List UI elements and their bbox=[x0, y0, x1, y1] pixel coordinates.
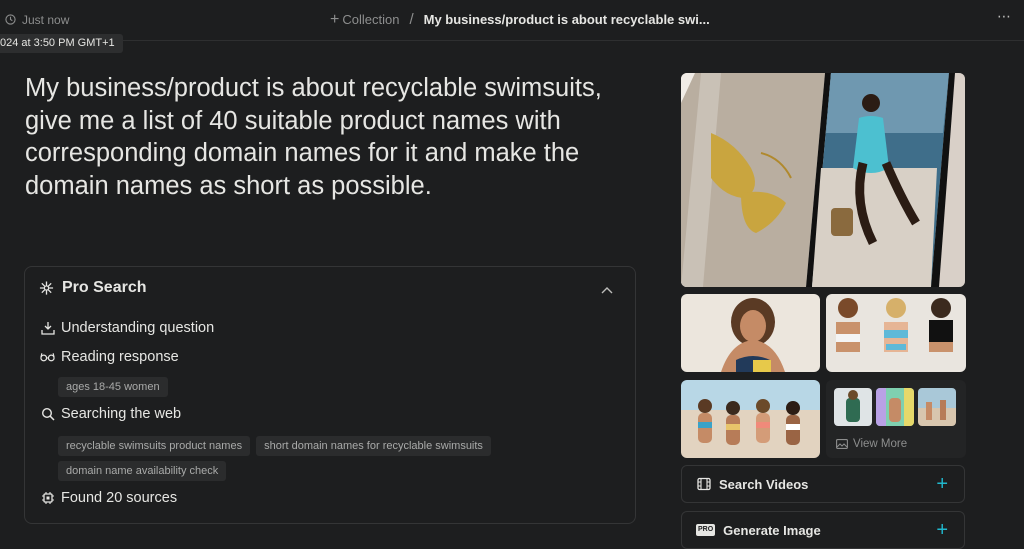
top-bar: Just now + Collection / My business/prod… bbox=[0, 0, 1024, 41]
pro-search-icon bbox=[39, 281, 54, 296]
gallery-image-main[interactable] bbox=[681, 73, 965, 287]
step-searching: Searching the web bbox=[40, 406, 181, 422]
timestamp-tooltip: 024 at 3:50 PM GMT+1 bbox=[0, 34, 123, 53]
step-reading-label: Reading response bbox=[61, 349, 179, 365]
search-videos-button[interactable]: Search Videos + bbox=[681, 465, 965, 503]
gallery-image-3[interactable] bbox=[826, 294, 966, 372]
add-to-collection-button[interactable]: + Collection bbox=[330, 10, 400, 28]
chevron-up-icon[interactable] bbox=[601, 281, 613, 299]
download-tray-icon bbox=[40, 321, 55, 336]
clock-icon bbox=[3, 12, 18, 27]
timestamp[interactable]: Just now bbox=[3, 12, 69, 27]
glasses-icon bbox=[40, 350, 55, 365]
more-options-icon[interactable]: ⋯ bbox=[997, 8, 1012, 25]
thumbnail-image bbox=[876, 388, 914, 426]
view-more-label: View More bbox=[853, 437, 908, 450]
search-videos-label: Search Videos bbox=[719, 476, 809, 492]
step-searching-label: Searching the web bbox=[61, 406, 182, 422]
search-chips-row-1: recyclable swimsuits product names short… bbox=[58, 436, 491, 456]
step-understanding: Understanding question bbox=[40, 320, 214, 336]
view-more-button[interactable]: View More bbox=[834, 436, 907, 451]
thumbnail-image bbox=[834, 388, 872, 426]
image-icon bbox=[834, 436, 849, 451]
gallery-image-4[interactable] bbox=[681, 380, 820, 458]
pro-search-title: Pro Search bbox=[62, 279, 147, 296]
chip-icon bbox=[40, 491, 55, 506]
question-title: My business/product is about recyclable … bbox=[25, 74, 602, 200]
step-found: Found 20 sources bbox=[40, 490, 177, 506]
query-chip[interactable]: domain name availability check bbox=[58, 461, 227, 481]
generate-image-button[interactable]: PRO Generate Image + bbox=[681, 511, 965, 549]
query-chip[interactable]: recyclable swimsuits product names bbox=[58, 436, 251, 456]
thumbnail-image bbox=[918, 388, 956, 426]
plus-icon: + bbox=[936, 519, 948, 541]
step-found-label: Found 20 sources bbox=[61, 490, 178, 506]
pro-search-header[interactable]: Pro Search bbox=[39, 279, 146, 297]
timestamp-label: Just now bbox=[22, 12, 70, 27]
view-more-tile[interactable]: View More bbox=[826, 380, 966, 458]
query-chip[interactable]: ages 18-45 women bbox=[58, 377, 168, 397]
plus-icon: + bbox=[936, 473, 948, 495]
pro-search-panel: Pro Search Understanding question Readin… bbox=[24, 266, 636, 524]
film-icon bbox=[696, 477, 711, 492]
query-chip[interactable]: short domain names for recyclable swimsu… bbox=[256, 436, 491, 456]
breadcrumb-separator: / bbox=[409, 11, 414, 28]
reading-chips: ages 18-45 women bbox=[58, 377, 168, 397]
search-chips-row-2: domain name availability check bbox=[58, 461, 227, 481]
generate-image-label: Generate Image bbox=[723, 522, 821, 538]
thread-title: My business/product is about recyclable … bbox=[423, 12, 710, 27]
gallery-image-2[interactable] bbox=[681, 294, 820, 372]
plus-icon: + bbox=[330, 10, 340, 28]
step-understanding-label: Understanding question bbox=[61, 320, 215, 336]
step-reading: Reading response bbox=[40, 349, 179, 365]
breadcrumb: + Collection / My business/product is ab… bbox=[330, 11, 710, 28]
search-icon bbox=[40, 407, 55, 422]
collection-label: Collection bbox=[342, 12, 400, 27]
pro-badge: PRO bbox=[696, 524, 716, 536]
